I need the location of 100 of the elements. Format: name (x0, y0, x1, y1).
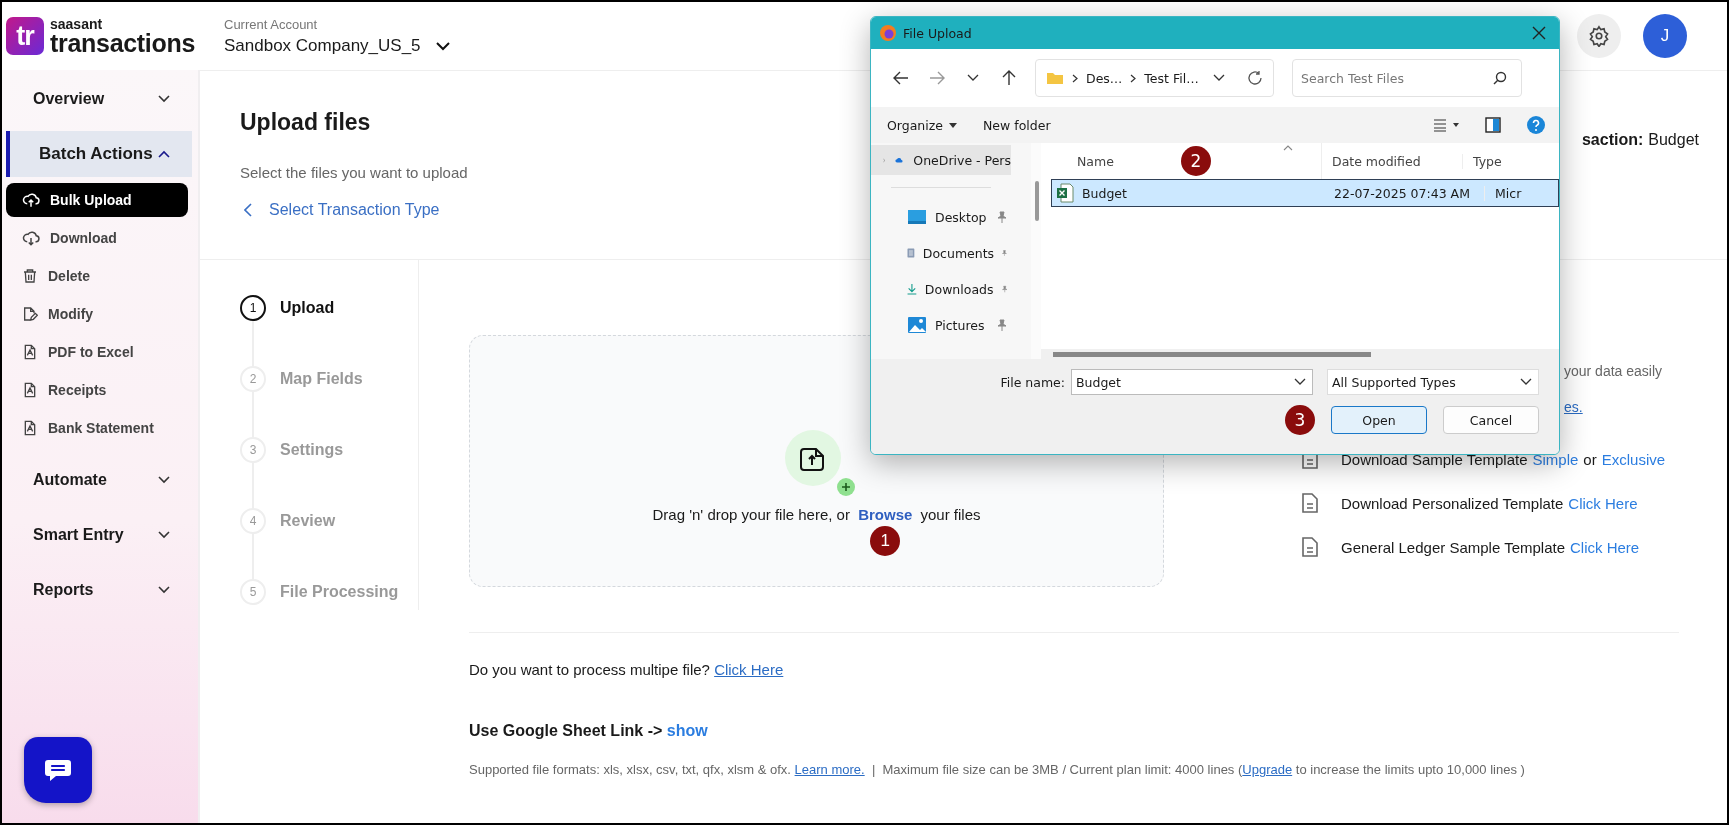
sidebar-item[interactable]: Delete (6, 259, 188, 293)
chevron-down-icon (967, 74, 979, 82)
step-number: 2 (240, 366, 266, 392)
template-link[interactable]: Simple (1532, 450, 1579, 468)
preview-pane-icon (1485, 117, 1501, 133)
chat-button[interactable] (24, 737, 92, 803)
breadcrumb[interactable]: Test Fil… (1144, 70, 1199, 86)
account-dropdown[interactable]: Sandbox Company_US_5 (224, 35, 451, 56)
cancel-button[interactable]: Cancel (1443, 406, 1539, 434)
template-text: or (1583, 450, 1597, 468)
sidebar-item[interactable]: Modify (6, 297, 188, 331)
sidebar-item[interactable]: PDF to Excel (6, 335, 188, 369)
refresh-icon (1247, 70, 1263, 86)
sidebar-item[interactable]: Receipts (6, 373, 188, 407)
caret-icon (949, 122, 957, 128)
column-header[interactable]: Date modified (1322, 153, 1462, 169)
info-link[interactable]: es. (1564, 399, 1583, 415)
chevron-down-icon (1294, 378, 1306, 386)
logo-mark: tr (6, 17, 44, 55)
sidebar-item[interactable]: Bulk Upload (6, 183, 188, 217)
pdf-document-icon (22, 382, 38, 398)
info-text: your data easily (1564, 363, 1664, 379)
page-title: Upload files (240, 109, 371, 136)
chevron-down-icon (1213, 74, 1225, 82)
file-limits-text: Supported file formats: xls, xlsx, csv, txt, qfx, xlsm & ofx. Learn more. | Maximum file size can be 3MB / Current plan limit: 4000 lines (Upgrade to increase the limits upto 10,000 lines ) (469, 762, 1526, 777)
sidebar-section[interactable]: Smart Entry (6, 516, 192, 554)
chevron-down-icon (1520, 378, 1532, 386)
learn-more-link[interactable]: Learn more. (794, 762, 865, 777)
user-avatar[interactable]: J (1643, 14, 1687, 58)
step-marker: 3 (1285, 405, 1315, 435)
file-name: Budget (1082, 185, 1127, 201)
new-folder-button[interactable]: New folder (979, 113, 1055, 137)
step-number: 5 (240, 579, 266, 605)
nav-pane-item[interactable]: Documents (871, 238, 1011, 268)
sidebar-item[interactable]: Bank Statement (6, 411, 188, 445)
cloud-download-icon (22, 229, 40, 247)
pictures-icon (907, 316, 927, 334)
breadcrumb[interactable]: Des… (1086, 70, 1123, 86)
template-text: General Ledger Sample Template (1341, 538, 1566, 556)
page-subtitle: Select the files you want to upload (240, 164, 468, 181)
close-icon (1532, 26, 1546, 40)
scrollbar[interactable] (1035, 181, 1039, 221)
nav-pane-item[interactable]: Downloads (871, 274, 1011, 304)
sidebar-section[interactable]: Automate (6, 461, 192, 499)
chevron-right-icon (1130, 73, 1137, 83)
document-icon (1302, 493, 1318, 513)
template-link[interactable]: Click Here (1570, 538, 1640, 556)
pin-icon (997, 211, 1007, 223)
step-number: 4 (240, 508, 266, 534)
column-header[interactable]: Name (1077, 153, 1114, 169)
browser-icon (879, 24, 897, 42)
show-link[interactable]: show (666, 722, 708, 739)
settings-button[interactable] (1577, 14, 1621, 58)
logo-text: saasant (50, 16, 104, 31)
pin-icon (997, 319, 1007, 331)
step-label: Map Fields (280, 370, 363, 388)
template-link[interactable]: Exclusive (1601, 450, 1666, 468)
sidebar-section[interactable]: Overview (6, 80, 192, 118)
nav-pane-item[interactable]: Desktop (871, 202, 1011, 232)
dialog-title: File Upload (903, 25, 972, 41)
list-view-icon (1433, 118, 1459, 132)
chevron-down-icon (434, 40, 451, 51)
sidebar-section[interactable]: Batch Actions (6, 131, 192, 177)
transaction-value: Budget (1648, 131, 1699, 149)
logo-text: transactions (50, 30, 196, 56)
step-label: File Processing (280, 583, 399, 601)
step-number: 3 (240, 437, 266, 463)
browse-link[interactable]: Browse (858, 505, 913, 523)
template-link[interactable]: Click Here (1568, 494, 1638, 512)
step-label: Upload (280, 299, 335, 317)
address-bar[interactable]: Des… Test Fil… (1035, 59, 1274, 97)
file-row[interactable]: Budget 22-07-2025 07:43 AM Micr (1051, 179, 1559, 207)
click-here-link[interactable]: Click Here (714, 661, 784, 678)
spreadsheet-file-icon (1056, 183, 1074, 203)
organize-button[interactable]: Organize (883, 113, 961, 137)
file-name-label: File name: (1000, 374, 1065, 390)
sidebar-section[interactable]: Reports (6, 571, 192, 609)
cloud-upload-icon (22, 191, 40, 209)
step-label: Review (280, 512, 336, 530)
sidebar-item[interactable]: Download (6, 221, 188, 255)
step-marker: 2 (1181, 146, 1211, 176)
template-text: Download Sample Template (1341, 450, 1528, 468)
arrow-up-icon (1002, 70, 1016, 86)
open-button[interactable]: Open (1331, 406, 1427, 434)
back-link[interactable]: Select Transaction Type (240, 201, 440, 219)
search-field[interactable]: Search Test Files (1292, 59, 1522, 97)
file-name-field[interactable]: Budget (1071, 369, 1313, 395)
transaction-label: saction: (1581, 131, 1644, 149)
document-edit-icon (22, 306, 38, 322)
document-icon (1302, 537, 1318, 557)
account-label: Current Account (224, 16, 319, 32)
pin-icon (1001, 283, 1007, 295)
column-header[interactable]: Type (1462, 153, 1502, 169)
chat-icon (44, 758, 72, 782)
file-type-dropdown[interactable]: All Supported Types (1327, 369, 1539, 395)
pin-icon (1002, 247, 1007, 259)
pdf-document-icon (22, 420, 38, 436)
upgrade-link[interactable]: Upgrade (1242, 762, 1293, 777)
scrollbar[interactable] (1053, 352, 1371, 357)
nav-pane-item[interactable]: OneDrive - Pers (871, 145, 1011, 175)
